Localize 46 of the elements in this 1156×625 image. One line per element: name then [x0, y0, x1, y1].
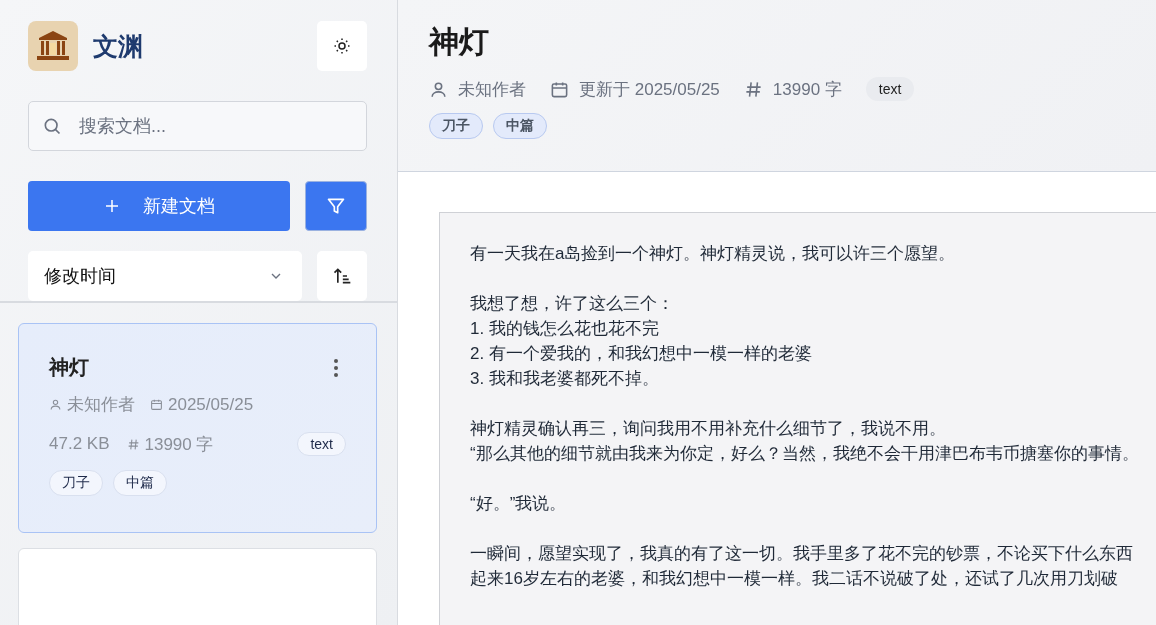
hash-icon — [126, 437, 140, 451]
author-text: 未知作者 — [67, 394, 135, 416]
calendar-icon — [150, 398, 163, 411]
format-badge: text — [865, 77, 915, 101]
text-line: 我想了想，许了这么三个： — [470, 293, 675, 315]
sort-dropdown[interactable]: 修改时间 — [28, 251, 302, 301]
filter-button[interactable] — [305, 181, 367, 231]
document-card[interactable]: 神灯 未知作者 2025/05/25 47.2 KB 13990 字 text 刀子 中篇 — [18, 323, 377, 533]
hash-icon — [743, 79, 763, 99]
date-text: 2025/05/25 — [168, 394, 254, 415]
new-document-button[interactable]: 新建文档 — [28, 181, 290, 231]
text-line: “那么其他的细节就由我来为你定，好么？当然，我绝不会干用津巴布韦币搪塞你的事情。 — [470, 443, 1140, 465]
tag[interactable]: 中篇 — [493, 113, 547, 139]
calendar-icon — [550, 79, 569, 99]
user-icon — [49, 398, 62, 411]
app-title: 文渊 — [93, 30, 144, 62]
sort-order-button[interactable] — [317, 251, 367, 301]
text-line: 1. 我的钱怎么花也花不完 — [470, 318, 660, 340]
sort-ascending-icon — [332, 266, 352, 286]
sun-icon — [333, 37, 351, 55]
text-line: 起来16岁左右的老婆，和我幻想中一模一样。我二话不说破了处，还试了几次用刀划破 — [470, 568, 1119, 590]
updated-date: 更新于 2025/05/25 — [579, 78, 720, 101]
word-count: 13990 字 — [144, 433, 215, 456]
tag[interactable]: 刀子 — [49, 470, 103, 496]
theme-toggle-button[interactable] — [317, 21, 367, 71]
tag[interactable]: 刀子 — [429, 113, 483, 139]
user-icon — [429, 79, 448, 99]
text-line: 2. 有一个爱我的，和我幻想中一模一样的老婆 — [470, 343, 813, 365]
document-title: 神灯 — [49, 355, 89, 380]
format-badge: text — [297, 432, 346, 456]
plus-icon — [103, 197, 121, 215]
author-text: 未知作者 — [458, 78, 526, 101]
search-field[interactable]: 搜索文档... — [28, 101, 367, 151]
file-size: 47.2 KB — [49, 434, 110, 454]
search-icon — [42, 116, 62, 136]
text-line: 神灯精灵确认再三，询问我用不用补充什么细节了，我说不用。 — [470, 418, 947, 440]
dots-icon — [334, 358, 338, 377]
document-heading: 神灯 — [429, 24, 490, 60]
filter-icon — [326, 196, 346, 216]
logo-icon — [28, 21, 78, 71]
text-line: 3. 我和我老婆都死不掉。 — [470, 368, 660, 390]
text-line: 有一天我在a岛捡到一个神灯。神灯精灵说，我可以许三个愿望。 — [470, 243, 957, 265]
word-count: 13990 字 — [772, 78, 842, 101]
text-line: 一瞬间，愿望实现了，我真的有了这一切。我手里多了花不完的钞票，不论买下什么东西 — [470, 543, 1134, 565]
tag[interactable]: 中篇 — [113, 470, 167, 496]
text-line: “好。”我说。 — [470, 493, 568, 515]
